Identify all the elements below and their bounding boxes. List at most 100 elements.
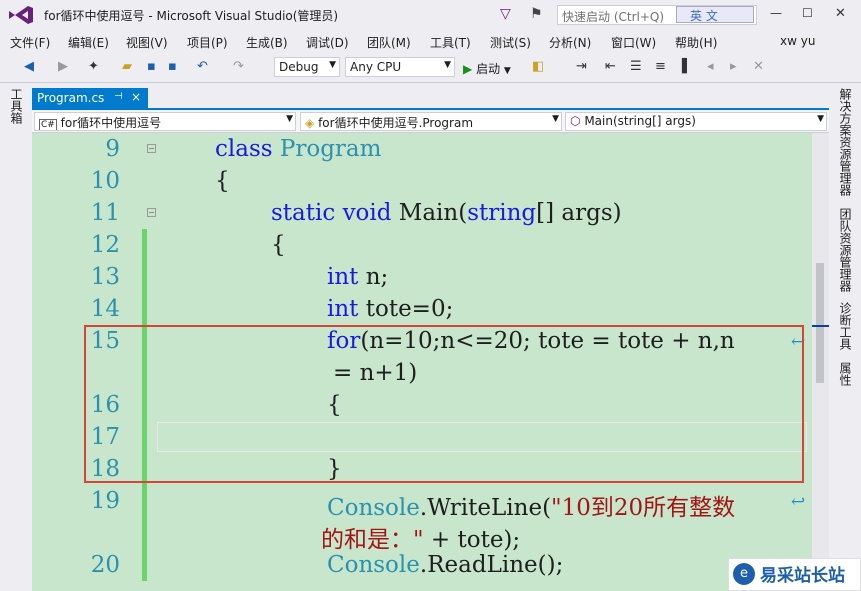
scrollbar-caret-marker: [812, 325, 829, 327]
save-icon[interactable]: ▪: [147, 59, 156, 75]
class-icon: ◈: [305, 116, 315, 130]
project-dropdown[interactable]: C# for循环中使用逗号 ▼: [34, 112, 296, 131]
visual-studio-logo-icon: [9, 6, 33, 24]
list-icon[interactable]: ☰: [630, 59, 642, 75]
menu-build[interactable]: 生成(B): [246, 34, 288, 51]
code-line-14: int tote=0;: [327, 296, 453, 322]
code-line-13: int n;: [327, 264, 388, 290]
line-number: 12: [90, 232, 120, 258]
clear-bookmark-icon[interactable]: ✕: [753, 59, 764, 75]
keyword: void: [342, 200, 392, 226]
tab-program-cs[interactable]: Program.cs ⊣ ×: [32, 88, 148, 110]
class-dropdown[interactable]: ◈ for循环中使用逗号.Program ▼: [300, 112, 562, 131]
chevron-down-icon: ▼: [503, 66, 511, 76]
vertical-scrollbar[interactable]: [812, 133, 829, 591]
keyword: static: [271, 200, 336, 226]
chevron-down-icon: ▼: [552, 114, 559, 124]
menu-analyze[interactable]: 分析(N): [549, 34, 591, 51]
string-literal: "10到20所有整数: [551, 495, 736, 521]
menu-view[interactable]: 视图(V): [126, 34, 168, 51]
forward-icon[interactable]: ▶: [58, 59, 68, 75]
menu-bar: 文件(F) 编辑(E) 视图(V) 项目(P) 生成(B) 调试(D) 团队(M…: [0, 30, 861, 81]
keyword: string: [467, 200, 537, 226]
member-value: Main(string[] args): [584, 114, 696, 128]
pin-icon[interactable]: ⊣: [114, 91, 123, 102]
undo-icon[interactable]: ↶: [197, 59, 208, 75]
close-icon[interactable]: ×: [131, 90, 141, 104]
filter-icon[interactable]: ▽: [500, 6, 511, 22]
code-line-11: static void Main(string[] args): [271, 200, 622, 226]
platform-select[interactable]: Any CPU ▼: [345, 57, 455, 77]
notification-icon[interactable]: ⚑: [530, 6, 543, 22]
start-button[interactable]: ▶ 启动 ▼: [463, 60, 511, 77]
minimize-button[interactable]: —: [770, 6, 782, 20]
properties-tab[interactable]: 属性: [837, 362, 854, 386]
site-watermark: e 易采站长站: [728, 558, 861, 591]
member-dropdown[interactable]: ⬡ Main(string[] args) ▼: [565, 112, 827, 131]
menu-tools[interactable]: 工具(T): [430, 34, 471, 51]
method-icon: ⬡: [570, 114, 581, 128]
user-name[interactable]: xw yu: [780, 34, 815, 48]
new-project-icon[interactable]: ✦: [88, 59, 99, 75]
menu-window[interactable]: 窗口(W): [611, 34, 656, 51]
document-tab-row: Program.cs ⊣ ×: [32, 84, 829, 110]
close-window-button[interactable]: ✕: [835, 6, 846, 21]
code-text: [] args): [536, 200, 622, 226]
menu-edit[interactable]: 编辑(E): [68, 34, 109, 51]
ime-indicator[interactable]: 英 文: [676, 6, 754, 23]
diagnostics-tab[interactable]: 诊断工具: [837, 302, 854, 350]
line-number: 13: [90, 264, 120, 290]
start-label: 启动: [476, 62, 501, 76]
chevron-down-icon: ▼: [286, 114, 293, 124]
redo-icon[interactable]: ↷: [233, 59, 244, 75]
menu-test[interactable]: 测试(S): [490, 34, 531, 51]
string-literal: 的和是：": [321, 527, 424, 553]
toolbox-tab[interactable]: 工具箱: [8, 88, 25, 124]
line-number: 10: [90, 168, 120, 194]
configuration-select[interactable]: Debug ▼: [274, 57, 340, 77]
play-icon: ▶: [463, 62, 473, 76]
line-number: 9: [105, 136, 120, 162]
team-explorer-tab[interactable]: 团队资源管理器: [837, 208, 854, 292]
open-folder-icon[interactable]: ▰: [122, 59, 132, 75]
bookmark-icon[interactable]: ▌: [682, 59, 692, 75]
code-text: Main(: [398, 200, 468, 226]
chevron-down-icon: ▼: [329, 60, 336, 70]
class-value: for循环中使用逗号.Program: [318, 116, 474, 130]
menu-file[interactable]: 文件(F): [10, 34, 50, 51]
uncomment-icon[interactable]: ≡: [655, 59, 666, 75]
step-icon[interactable]: ⇥: [576, 59, 587, 75]
word-wrap-icon: ↩: [791, 492, 806, 512]
menu-project[interactable]: 项目(P): [187, 34, 228, 51]
collapse-icon[interactable]: −: [147, 208, 156, 217]
solution-tool-icon[interactable]: ◧: [532, 59, 544, 75]
code-line-19: Console.WriteLine("10到20所有整数: [327, 488, 735, 522]
prev-bookmark-icon[interactable]: ◂: [707, 59, 714, 75]
left-tool-strip: 工具箱: [0, 84, 32, 591]
platform-value: Any CPU: [350, 60, 402, 74]
chevron-down-icon: ▼: [444, 60, 451, 70]
keyword: class: [215, 136, 273, 162]
solution-explorer-tab[interactable]: 解决方案资源管理器: [837, 88, 854, 196]
menu-debug[interactable]: 调试(D): [306, 34, 349, 51]
code-line-12: {: [271, 232, 286, 258]
configuration-value: Debug: [279, 60, 319, 74]
watermark-logo-icon: e: [733, 563, 755, 585]
keyword: int: [327, 296, 359, 322]
code-editor[interactable]: 9 10 11 12 13 14 15 16 17 18 19 20 − − c…: [32, 133, 829, 591]
code-line-10: {: [215, 168, 230, 194]
type-name: Console: [327, 552, 420, 578]
code-text: .WriteLine(: [419, 495, 552, 521]
back-icon[interactable]: ◀: [24, 59, 34, 75]
right-tool-strip: 解决方案资源管理器 团队资源管理器 诊断工具 属性: [829, 84, 861, 591]
maximize-button[interactable]: ☐: [802, 6, 813, 20]
code-line-9: class Program: [215, 136, 381, 162]
menu-help[interactable]: 帮助(H): [675, 34, 717, 51]
scrollbar-thumb[interactable]: [816, 263, 824, 383]
menu-team[interactable]: 团队(M): [367, 34, 411, 51]
comment-icon[interactable]: ⇤: [605, 59, 616, 75]
line-number: 11: [90, 200, 120, 226]
save-all-icon[interactable]: ▪: [168, 59, 177, 75]
collapse-icon[interactable]: −: [147, 144, 156, 153]
next-bookmark-icon[interactable]: ▸: [730, 59, 737, 75]
